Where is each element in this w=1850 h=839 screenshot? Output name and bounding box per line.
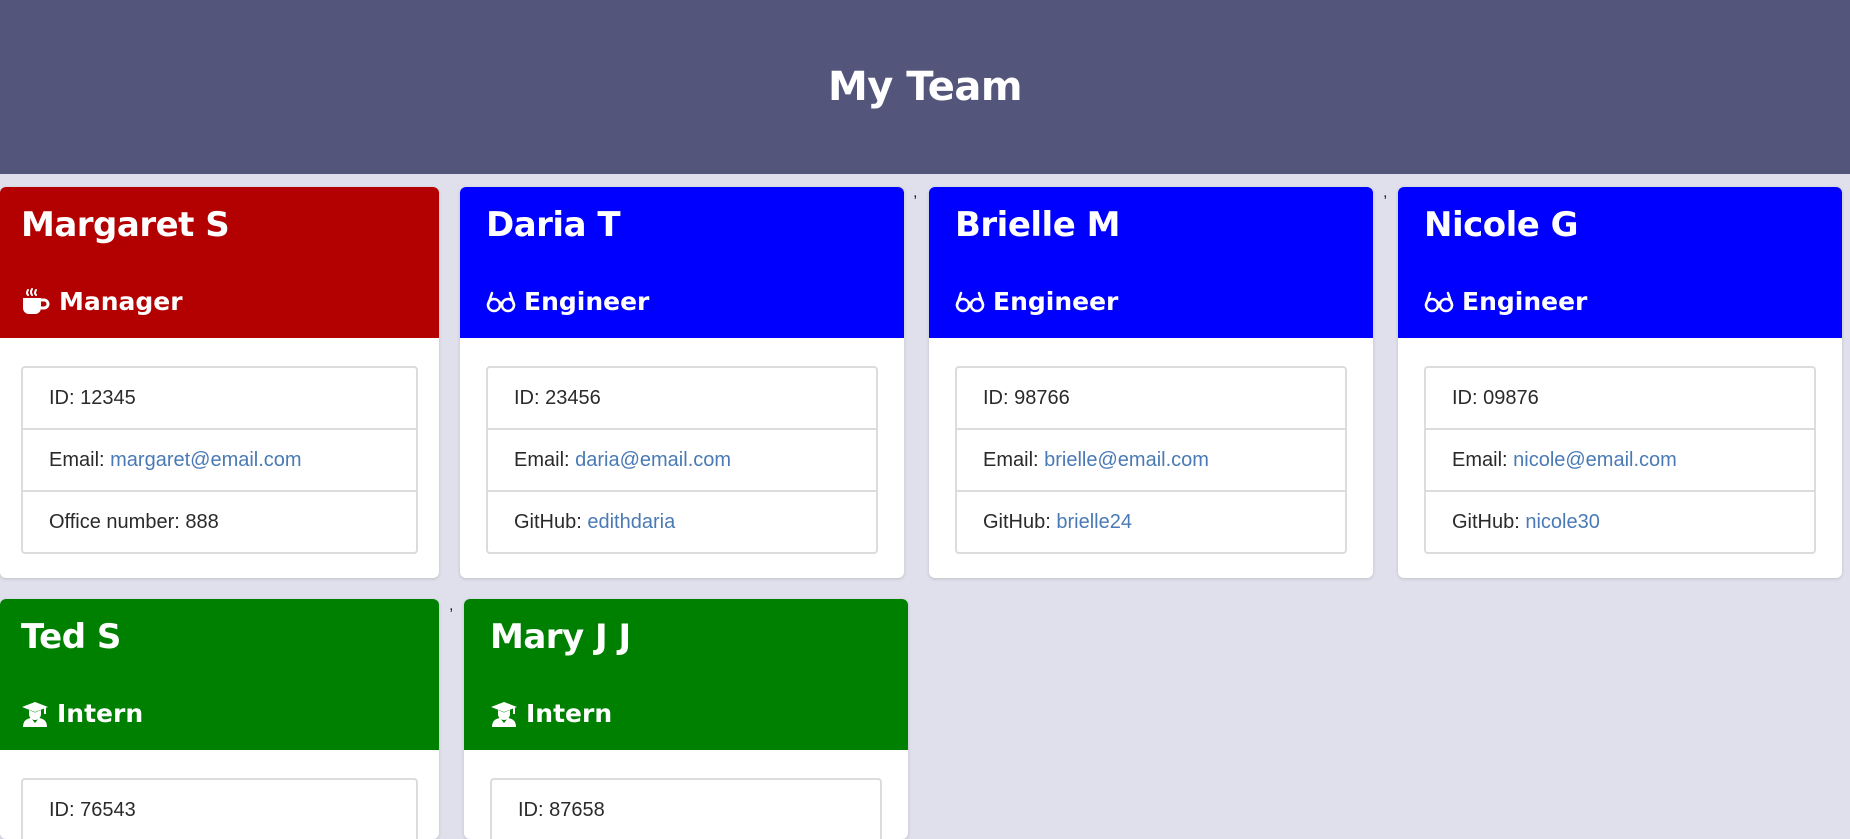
member-github-row: GitHub: brielle24 [957, 490, 1345, 552]
id-value: 98766 [1014, 387, 1070, 409]
member-id-row: ID: 12345 [23, 368, 416, 428]
member-name: Brielle M [955, 205, 1120, 245]
card-separator: , [1383, 184, 1388, 201]
id-label: ID: [49, 799, 81, 821]
member-github-row: GitHub: edithdaria [488, 490, 876, 552]
member-name: Nicole G [1424, 205, 1579, 245]
member-details-list: ID: 23456 Email: daria@email.com GitHub:… [486, 366, 878, 554]
member-email-row: Email: margaret@email.com [23, 428, 416, 490]
card-header: Margaret S Manager [0, 187, 439, 338]
card-body: ID: 23456 Email: daria@email.com GitHub:… [460, 338, 904, 578]
glasses-icon [486, 288, 516, 316]
graduate-icon [490, 700, 518, 728]
card-body: ID: 76543 [0, 750, 439, 839]
member-role-label: Engineer [993, 287, 1119, 316]
member-id-row: ID: 98766 [957, 368, 1345, 428]
office-value: 888 [185, 511, 219, 533]
card-separator: , [913, 184, 918, 201]
card-header: Ted S Intern [0, 599, 439, 750]
member-role: Engineer [955, 287, 1118, 316]
email-label: Email: [983, 449, 1045, 471]
card-header: Nicole G Engineer [1398, 187, 1842, 338]
member-id-row: ID: 23456 [488, 368, 876, 428]
member-email-row: Email: daria@email.com [488, 428, 876, 490]
office-label: Office number: [49, 511, 186, 533]
id-label: ID: [983, 387, 1015, 409]
member-name: Mary J J [490, 617, 631, 657]
card-body: ID: 09876 Email: nicole@email.com GitHub… [1398, 338, 1842, 578]
coffee-cup-icon [21, 287, 51, 316]
member-role: Manager [21, 287, 183, 316]
member-id-row: ID: 87658 [492, 780, 880, 839]
member-role: Intern [490, 699, 612, 728]
graduate-icon [21, 700, 49, 728]
github-link[interactable]: brielle24 [1056, 511, 1132, 533]
team-member-card: Ted S Intern ID: 76543 [0, 599, 439, 839]
member-details-list: ID: 09876 Email: nicole@email.com GitHub… [1424, 366, 1816, 554]
page-header: My Team [0, 0, 1850, 174]
team-member-card: Nicole G Engineer ID: 09876 Email: nicol… [1398, 187, 1842, 578]
card-body: ID: 87658 [464, 750, 908, 839]
card-header: Daria T Engineer [460, 187, 904, 338]
page-title: My Team [827, 64, 1023, 110]
member-id-row: ID: 76543 [23, 780, 416, 839]
member-role-label: Intern [57, 699, 144, 728]
glasses-icon [955, 288, 985, 316]
id-label: ID: [514, 387, 546, 409]
email-link[interactable]: margaret@email.com [110, 449, 301, 471]
github-link[interactable]: nicole30 [1525, 511, 1600, 533]
card-header: Mary J J Intern [464, 599, 908, 750]
member-email-row: Email: nicole@email.com [1426, 428, 1814, 490]
member-role: Engineer [1424, 287, 1587, 316]
github-label: GitHub: [1452, 511, 1526, 533]
team-member-card: Daria T Engineer ID: 23456 Email: daria@… [460, 187, 904, 578]
member-role-label: Engineer [1462, 287, 1588, 316]
team-member-card: Mary J J Intern ID: 87658 [464, 599, 908, 839]
id-value: 12345 [80, 387, 136, 409]
github-label: GitHub: [983, 511, 1057, 533]
github-link[interactable]: edithdaria [587, 511, 675, 533]
github-label: GitHub: [514, 511, 588, 533]
member-details-list: ID: 12345 Email: margaret@email.com Offi… [21, 366, 418, 554]
member-role-label: Engineer [524, 287, 650, 316]
member-email-row: Email: brielle@email.com [957, 428, 1345, 490]
email-label: Email: [1452, 449, 1514, 471]
id-value: 76543 [80, 799, 136, 821]
email-link[interactable]: nicole@email.com [1513, 449, 1677, 471]
card-separator: , [449, 597, 454, 614]
member-office-row: Office number: 888 [23, 490, 416, 552]
member-name: Ted S [21, 617, 121, 657]
email-link[interactable]: daria@email.com [575, 449, 731, 471]
email-link[interactable]: brielle@email.com [1044, 449, 1209, 471]
member-role: Intern [21, 699, 143, 728]
id-label: ID: [49, 387, 81, 409]
member-role: Engineer [486, 287, 649, 316]
member-github-row: GitHub: nicole30 [1426, 490, 1814, 552]
id-value: 09876 [1483, 387, 1539, 409]
id-value: 87658 [549, 799, 605, 821]
member-details-list: ID: 76543 [21, 778, 418, 839]
card-body: ID: 12345 Email: margaret@email.com Offi… [0, 338, 439, 578]
email-label: Email: [49, 449, 111, 471]
email-label: Email: [514, 449, 576, 471]
card-header: Brielle M Engineer [929, 187, 1373, 338]
team-member-card: Brielle M Engineer ID: 98766 Email: brie… [929, 187, 1373, 578]
id-label: ID: [518, 799, 550, 821]
member-name: Margaret S [21, 205, 230, 245]
glasses-icon [1424, 288, 1454, 316]
member-details-list: ID: 98766 Email: brielle@email.com GitHu… [955, 366, 1347, 554]
id-value: 23456 [545, 387, 601, 409]
team-member-card: Margaret S Manager ID: 12345 Email: marg… [0, 187, 439, 578]
member-id-row: ID: 09876 [1426, 368, 1814, 428]
member-role-label: Intern [526, 699, 613, 728]
member-details-list: ID: 87658 [490, 778, 882, 839]
id-label: ID: [1452, 387, 1484, 409]
card-body: ID: 98766 Email: brielle@email.com GitHu… [929, 338, 1373, 578]
member-role-label: Manager [59, 287, 183, 316]
member-name: Daria T [486, 205, 621, 245]
